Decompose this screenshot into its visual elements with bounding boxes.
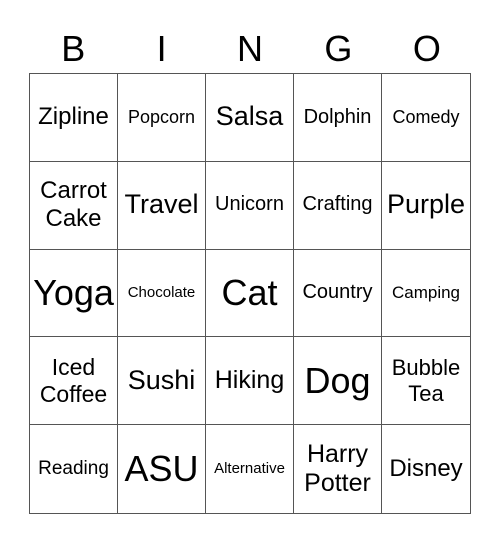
header-letter-b: B — [61, 28, 86, 69]
header-letter-i: I — [156, 28, 167, 69]
bingo-cell[interactable]: Dog — [294, 337, 382, 426]
header-letter-n: N — [237, 28, 264, 69]
bingo-cell-label: ASU — [124, 447, 199, 489]
bingo-cell-label: Disney — [389, 454, 463, 482]
bingo-cell-label: Sushi — [127, 364, 196, 395]
header-letter-g: G — [324, 28, 353, 69]
bingo-cell-label: Dolphin — [303, 105, 372, 128]
bingo-cell-label: Harry Potter — [304, 439, 371, 498]
bingo-cell[interactable]: Reading — [30, 425, 118, 513]
bingo-cell-label: Crafting — [302, 193, 373, 216]
bingo-cell[interactable]: Disney — [382, 425, 470, 513]
bingo-cell[interactable]: Crafting — [294, 161, 382, 250]
bingo-cell[interactable]: Camping — [382, 250, 470, 338]
bingo-cell-label: Chocolate — [127, 284, 196, 302]
bingo-cell-label: Yoga — [33, 271, 114, 313]
bingo-cell-label: Hiking — [214, 366, 285, 395]
bingo-cell[interactable]: Dolphin — [294, 74, 382, 162]
bingo-cell[interactable]: Chocolate — [118, 249, 206, 338]
header-letter-o: O — [412, 28, 441, 69]
bingo-cell-label: Travel — [124, 189, 199, 220]
bingo-cell[interactable]: Purple — [382, 162, 470, 250]
bingo-cell[interactable]: Iced Coffee — [30, 337, 118, 426]
bingo-cell-label: Bubble Tea — [391, 354, 461, 406]
bingo-cell[interactable]: Bubble Tea — [382, 337, 470, 426]
bingo-cell-label: Cat — [221, 271, 278, 313]
bingo-cell[interactable]: Zipline — [30, 74, 118, 162]
bingo-cell-label: Country — [302, 281, 373, 304]
bingo-cell[interactable]: Comedy — [382, 74, 470, 162]
bingo-cell-label: Reading — [38, 457, 109, 479]
bingo-cell[interactable]: Alternative — [206, 425, 294, 513]
bingo-cell[interactable]: Yoga — [30, 249, 118, 338]
bingo-cell-label: Iced Coffee — [39, 353, 108, 407]
bingo-cell[interactable]: Popcorn — [118, 74, 206, 162]
bingo-cell[interactable]: Carrot Cake — [30, 161, 118, 250]
bingo-cell-label: Popcorn — [127, 106, 196, 127]
bingo-cell[interactable]: Salsa — [206, 74, 294, 162]
bingo-cell[interactable]: Country — [294, 249, 382, 338]
bingo-cell[interactable]: Unicorn — [206, 161, 294, 250]
bingo-cell-label: Zipline — [38, 103, 109, 131]
bingo-cell[interactable]: Travel — [118, 161, 206, 250]
bingo-cell-label: Alternative — [214, 460, 285, 478]
bingo-cell-label: Purple — [386, 189, 466, 220]
bingo-cell-label: Dog — [304, 359, 371, 401]
bingo-grid: Zipline Popcorn Salsa Dolphin Comedy Carrot C… — [29, 73, 471, 514]
bingo-cell-label: Comedy — [392, 106, 460, 127]
bingo-cell-label: Camping — [391, 282, 461, 302]
bingo-cell[interactable]: Cat — [206, 249, 294, 338]
bingo-cell[interactable]: Hiking — [206, 337, 294, 426]
bingo-cell-label: Carrot Cake — [40, 176, 107, 233]
bingo-cell[interactable]: Harry Potter — [294, 425, 382, 513]
bingo-cell[interactable]: ASU — [118, 425, 206, 513]
bingo-cell-label: Salsa — [215, 101, 284, 132]
bingo-cell[interactable]: Sushi — [118, 337, 206, 426]
bingo-header: B I N G O — [29, 26, 471, 72]
bingo-cell-label: Unicorn — [215, 193, 284, 216]
